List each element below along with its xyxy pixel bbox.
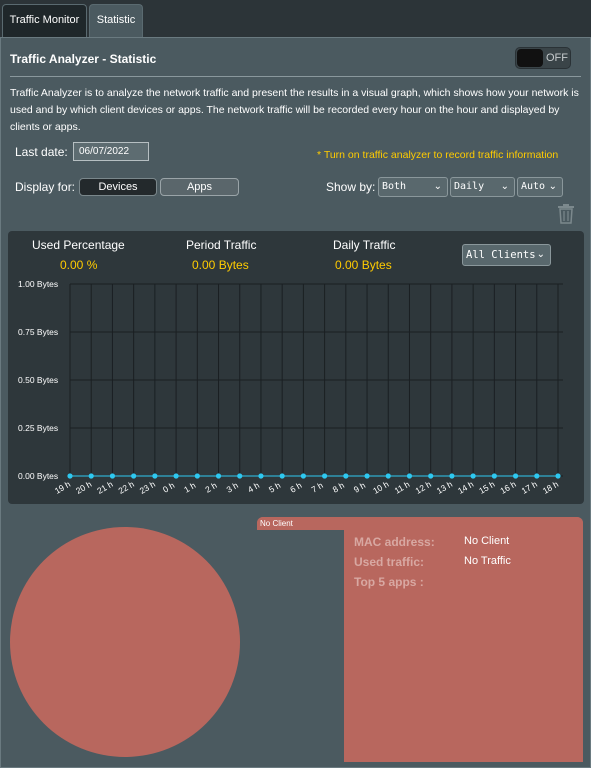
chevron-down-icon: ⌄ — [433, 181, 442, 192]
toggle-knob — [517, 49, 543, 67]
title-divider — [10, 76, 581, 77]
page-title: Traffic Analyzer - Statistic — [10, 52, 157, 66]
data-point — [428, 473, 434, 479]
mac-address-label: MAC address: — [354, 535, 435, 549]
y-tick-label: 0.50 Bytes — [18, 375, 58, 385]
x-tick-label: 0 h — [161, 480, 176, 495]
x-tick-label: 23 h — [138, 479, 158, 496]
chevron-down-icon: ⌄ — [500, 181, 509, 192]
x-tick-label: 18 h — [541, 479, 561, 496]
client-tab[interactable]: No Client — [257, 517, 347, 530]
data-point — [364, 473, 370, 479]
y-tick-label: 1.00 Bytes — [18, 279, 58, 289]
x-tick-label: 17 h — [520, 479, 540, 496]
data-point — [67, 473, 73, 479]
x-tick-label: 9 h — [352, 480, 367, 495]
used-traffic-value: No Traffic — [464, 555, 511, 567]
x-tick-label: 1 h — [182, 480, 197, 495]
data-point — [152, 473, 158, 479]
data-point — [131, 473, 137, 479]
data-point — [258, 473, 264, 479]
show-by-period-value: Daily — [454, 181, 485, 192]
x-tick-label: 4 h — [246, 480, 261, 495]
y-tick-label: 0.00 Bytes — [18, 471, 58, 481]
data-point — [406, 473, 413, 479]
x-tick-label: 3 h — [225, 480, 240, 495]
x-tick-label: 19 h — [53, 479, 73, 496]
y-tick-label: 0.75 Bytes — [18, 327, 58, 337]
x-tick-label: 11 h — [393, 479, 412, 496]
tab-traffic-monitor[interactable]: Traffic Monitor — [2, 4, 87, 37]
x-tick-label: 2 h — [203, 480, 218, 495]
x-tick-label: 7 h — [309, 480, 324, 495]
data-point — [215, 473, 222, 479]
x-tick-label: 6 h — [288, 480, 303, 495]
data-point — [88, 473, 94, 479]
x-tick-label: 13 h — [435, 479, 455, 496]
chevron-down-icon: ⌄ — [548, 181, 557, 192]
x-tick-label: 14 h — [456, 479, 476, 496]
tab-statistic[interactable]: Statistic — [89, 4, 143, 38]
traffic-pie-chart — [10, 527, 240, 757]
show-by-period-select[interactable]: Daily ⌄ — [450, 177, 515, 197]
data-point — [322, 473, 328, 479]
show-by-type-select[interactable]: Both ⌄ — [378, 177, 448, 197]
analyzer-note: * Turn on traffic analyzer to record tra… — [317, 149, 559, 161]
x-tick-label: 21 h — [95, 479, 115, 496]
show-by-unit-select[interactable]: Auto ⌄ — [517, 177, 563, 197]
show-by-unit-value: Auto — [521, 181, 546, 192]
data-point — [343, 473, 349, 479]
x-tick-label: 22 h — [116, 479, 136, 496]
apps-button[interactable]: Apps — [160, 178, 239, 196]
data-point — [470, 473, 476, 479]
data-point — [300, 473, 306, 479]
data-point — [512, 473, 519, 479]
traffic-chart-panel: Used Percentage 0.00 % Period Traffic 0.… — [8, 231, 584, 504]
client-info-panel: MAC address: No Client Used traffic: No … — [344, 517, 583, 762]
description-text: Traffic Analyzer is to analyze the netwo… — [10, 87, 579, 133]
show-by-type-value: Both — [382, 181, 407, 192]
mac-address-value: No Client — [464, 535, 510, 547]
last-date-input[interactable]: 06/07/2022 — [73, 142, 149, 161]
display-for-label: Display for: — [15, 180, 76, 194]
data-point — [385, 473, 391, 479]
trash-icon[interactable] — [557, 204, 575, 224]
used-traffic-label: Used traffic: — [354, 555, 425, 569]
x-tick-label: 16 h — [498, 479, 518, 496]
data-point — [173, 473, 179, 479]
data-point — [449, 473, 455, 479]
data-point — [279, 473, 285, 479]
y-tick-label: 0.25 Bytes — [18, 423, 58, 433]
toggle-label: OFF — [546, 52, 568, 64]
data-point — [194, 473, 200, 479]
x-tick-label: 20 h — [74, 479, 94, 496]
data-point — [237, 473, 243, 479]
devices-button[interactable]: Devices — [79, 178, 157, 196]
x-tick-label: 12 h — [414, 479, 434, 496]
data-point — [534, 473, 540, 479]
data-point — [109, 473, 116, 479]
show-by-label: Show by: — [326, 180, 376, 194]
top-apps-label: Top 5 apps : — [354, 575, 424, 589]
x-tick-label: 15 h — [477, 479, 497, 496]
last-date-label: Last date: — [15, 145, 68, 159]
analyzer-toggle[interactable]: OFF — [515, 47, 571, 69]
x-tick-label: 5 h — [267, 480, 282, 495]
traffic-line-chart: 1.00 Bytes 0.75 Bytes 0.50 Bytes 0.25 Bytes… — [18, 279, 563, 496]
data-point — [555, 473, 561, 479]
x-tick-label: 10 h — [371, 479, 391, 496]
x-tick-label: 8 h — [331, 480, 346, 495]
data-point — [491, 473, 497, 479]
